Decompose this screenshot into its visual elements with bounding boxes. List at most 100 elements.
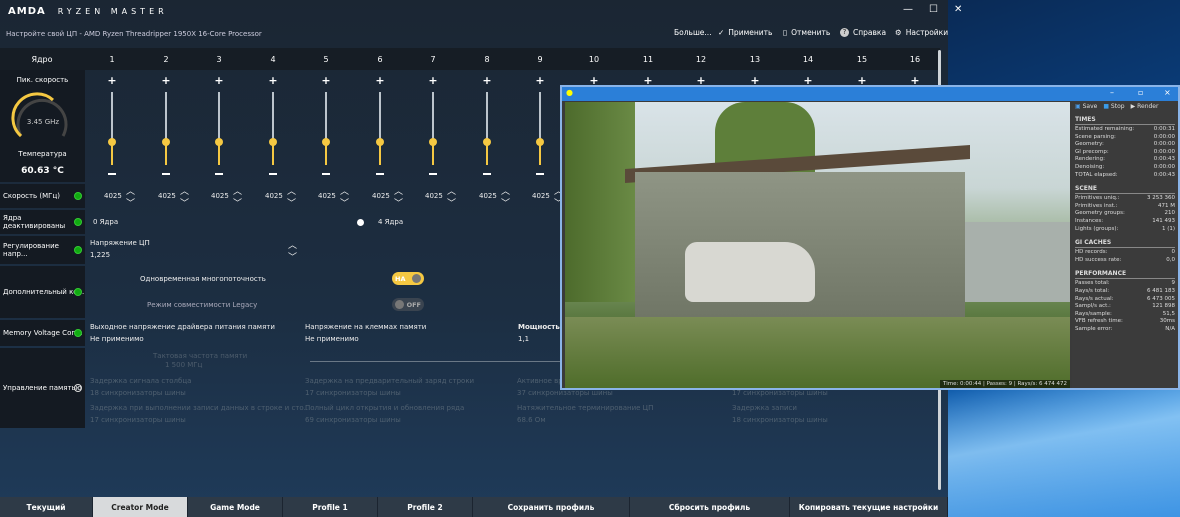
status-dot[interactable] — [74, 288, 82, 296]
tab-7[interactable]: Копировать текущие настройки — [790, 497, 948, 517]
plus-icon[interactable]: + — [159, 74, 173, 87]
chevron-down-icon[interactable]: ﹀ — [501, 196, 510, 209]
mem-clock-slider[interactable] — [310, 361, 560, 362]
minus-icon[interactable] — [429, 173, 437, 175]
status-dot[interactable] — [74, 218, 82, 226]
minimize-icon[interactable]: — — [903, 4, 913, 15]
tab-4[interactable]: Profile 2 — [378, 497, 473, 517]
chevron-down-icon[interactable]: ﹀ — [287, 196, 296, 209]
core-slider-handle[interactable] — [215, 138, 223, 146]
core-slider-track[interactable] — [272, 92, 274, 142]
chevron-down-icon[interactable]: ﹀ — [126, 196, 135, 209]
core-slider-track[interactable] — [379, 92, 381, 142]
close-icon[interactable]: ✕ — [954, 4, 962, 15]
core-slider-track[interactable] — [218, 92, 220, 142]
cpu-voltage-value[interactable]: 1,225 — [90, 251, 110, 259]
core-slider-track[interactable] — [432, 92, 434, 142]
core-slider-handle[interactable] — [162, 138, 170, 146]
core-speed-value[interactable]: 4025 — [372, 192, 390, 200]
mem-timing-label: Натяжительное терминирование ЦП — [517, 404, 654, 412]
chevron-down-icon[interactable]: ﹀ — [233, 196, 242, 209]
core-column-label: 5 — [323, 55, 329, 64]
minus-icon[interactable] — [162, 173, 170, 175]
core-slider-handle[interactable] — [536, 138, 544, 146]
status-dot[interactable] — [74, 384, 82, 392]
more-button[interactable]: Больше... — [674, 28, 712, 37]
stats-value: 141 493 — [1152, 217, 1175, 224]
tab-6[interactable]: Сбросить профиль — [630, 497, 790, 517]
tab-2[interactable]: Game Mode — [188, 497, 283, 517]
save-label: Save — [1082, 103, 1098, 110]
stats-row: Rays/sample: 51,5 — [1075, 311, 1175, 319]
tab-1[interactable]: Creator Mode — [93, 497, 188, 517]
render-button[interactable]: ▶ Render — [1131, 103, 1159, 110]
speed-gauge: 3.45 GHz — [10, 92, 67, 138]
smt-toggle[interactable]: НА — [392, 272, 424, 285]
plus-icon[interactable]: + — [533, 74, 547, 87]
plus-icon[interactable]: + — [212, 74, 226, 87]
core-slider-handle[interactable] — [108, 138, 116, 146]
core-speed-value[interactable]: 4025 — [425, 192, 443, 200]
status-dot[interactable] — [74, 192, 82, 200]
plus-icon[interactable]: + — [373, 74, 387, 87]
core-speed-value[interactable]: 4025 — [211, 192, 229, 200]
plus-icon[interactable]: + — [105, 74, 119, 87]
status-dot[interactable] — [74, 246, 82, 254]
core-speed-value[interactable]: 4025 — [158, 192, 176, 200]
minus-icon[interactable] — [483, 173, 491, 175]
legacy-toggle[interactable]: OFF — [392, 298, 424, 311]
close-icon[interactable]: × — [1164, 88, 1171, 97]
apply-button[interactable]: ✓ Применить — [718, 28, 772, 37]
core-speed-value[interactable]: 4025 — [318, 192, 336, 200]
plus-icon[interactable]: + — [266, 74, 280, 87]
chevron-down-icon[interactable]: ﹀ — [288, 250, 297, 263]
chevron-down-icon[interactable]: ﹀ — [340, 196, 349, 209]
plus-icon[interactable]: + — [426, 74, 440, 87]
minus-icon[interactable] — [108, 173, 116, 175]
stats-row: Geometry: 0:00:00 — [1075, 141, 1175, 149]
core-speed-value[interactable]: 4025 — [104, 192, 122, 200]
core-slider-track[interactable] — [486, 92, 488, 142]
maximize-icon[interactable]: ▫ — [1138, 88, 1143, 97]
core-slider-track[interactable] — [111, 92, 113, 142]
plus-icon[interactable]: + — [480, 74, 494, 87]
core-column-label: 13 — [749, 55, 761, 64]
tab-3[interactable]: Profile 1 — [283, 497, 378, 517]
core-speed-value[interactable]: 4025 — [265, 192, 283, 200]
chevron-down-icon[interactable]: ﹀ — [447, 196, 456, 209]
cancel-button[interactable]: ▯ Отменить — [783, 28, 830, 37]
core-slider-handle[interactable] — [483, 138, 491, 146]
stats-row: GI precomp: 0:00:00 — [1075, 149, 1175, 157]
render-toolbar: ▣ Save ■ Stop ▶ Render — [1075, 103, 1175, 110]
core-slider-handle[interactable] — [322, 138, 330, 146]
tab-0[interactable]: Текущий — [0, 497, 93, 517]
minus-icon[interactable] — [536, 173, 544, 175]
core-slider-handle[interactable] — [269, 138, 277, 146]
chevron-down-icon[interactable]: ﹀ — [180, 196, 189, 209]
minus-icon[interactable] — [322, 173, 330, 175]
core-column-label: 4 — [270, 55, 276, 64]
tab-5[interactable]: Сохранить профиль — [473, 497, 630, 517]
core-slider-track[interactable] — [165, 92, 167, 142]
save-button[interactable]: ▣ Save — [1075, 103, 1097, 110]
core-slider-track[interactable] — [539, 92, 541, 142]
minus-icon[interactable] — [269, 173, 277, 175]
status-dot[interactable] — [74, 329, 82, 337]
core-speed-value[interactable]: 4025 — [532, 192, 550, 200]
maximize-icon[interactable]: ☐ — [929, 4, 938, 15]
cores-off-slider-handle[interactable] — [357, 219, 364, 226]
settings-button[interactable]: ⚙ Настройки — [895, 28, 948, 37]
core-slider-handle[interactable] — [376, 138, 384, 146]
core-slider-handle[interactable] — [429, 138, 437, 146]
minimize-icon[interactable]: – — [1110, 88, 1114, 97]
core-column-label: 16 — [909, 55, 921, 64]
memv-driver-value: Не применимо — [90, 335, 144, 343]
core-speed-value[interactable]: 4025 — [479, 192, 497, 200]
help-button[interactable]: ? Справка — [840, 28, 886, 37]
minus-icon[interactable] — [376, 173, 384, 175]
core-slider-track[interactable] — [325, 92, 327, 142]
chevron-down-icon[interactable]: ﹀ — [394, 196, 403, 209]
plus-icon[interactable]: + — [319, 74, 333, 87]
stop-button[interactable]: ■ Stop — [1103, 103, 1124, 110]
minus-icon[interactable] — [215, 173, 223, 175]
